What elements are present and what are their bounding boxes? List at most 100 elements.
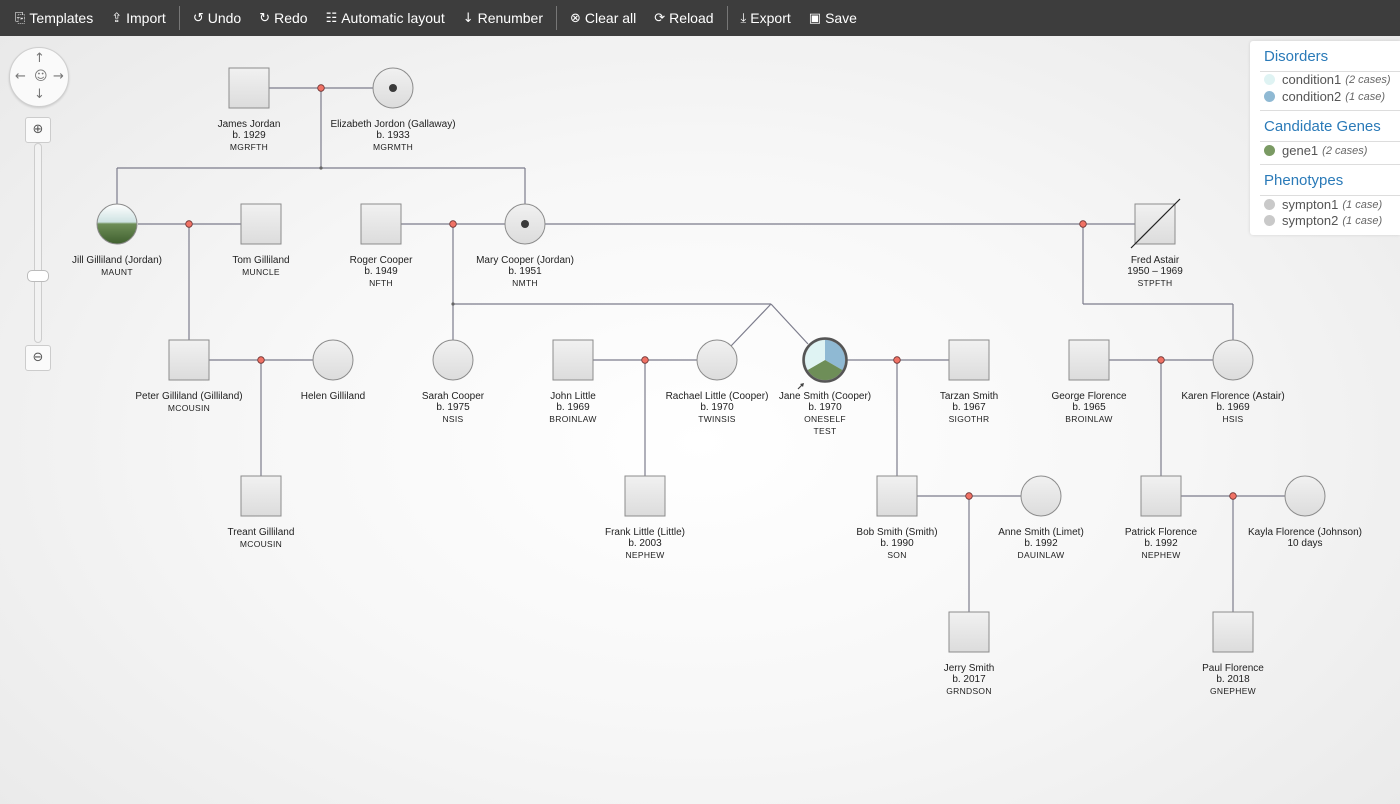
person-name: Tom Gilliland bbox=[232, 255, 289, 266]
person-jane[interactable]: Jane Smith (Cooper)b. 1970ONESELF TEST bbox=[779, 337, 871, 437]
female-symbol[interactable] bbox=[432, 339, 474, 381]
person-roger[interactable]: Roger Cooperb. 1949NFTH bbox=[350, 203, 413, 288]
person-john[interactable]: John Littleb. 1969BROINLAW bbox=[549, 339, 596, 424]
partnership-node[interactable] bbox=[1229, 492, 1237, 500]
person-relationship: MGRFTH bbox=[230, 142, 268, 152]
person-dates: 1950 – 1969 bbox=[1127, 266, 1183, 277]
person-elizabeth[interactable]: Elizabeth Jordon (Gallaway)b. 1933MGRMTH bbox=[330, 67, 456, 152]
male-symbol[interactable] bbox=[240, 203, 282, 245]
person-name: Rachael Little (Cooper) bbox=[666, 391, 769, 402]
partnership-node[interactable] bbox=[185, 220, 193, 228]
person-relationship: MGRMTH bbox=[373, 142, 413, 152]
partnership-node[interactable] bbox=[257, 356, 265, 364]
clear-all-button[interactable]: ⊗ Clear all bbox=[561, 0, 645, 36]
male-symbol[interactable] bbox=[876, 475, 918, 517]
male-symbol[interactable] bbox=[1212, 611, 1254, 653]
person-relationship: NSIS bbox=[442, 414, 463, 424]
male-symbol[interactable] bbox=[228, 67, 270, 109]
person-anne[interactable]: Anne Smith (Limet)b. 1992DAUINLAW bbox=[998, 475, 1084, 560]
person-kayla[interactable]: Kayla Florence (Johnson)10 days bbox=[1248, 475, 1362, 549]
person-rachael[interactable]: Rachael Little (Cooper)b. 1970TWINSIS bbox=[666, 339, 769, 424]
person-helen[interactable]: Helen Gilliland bbox=[301, 339, 365, 402]
partnership-node[interactable] bbox=[449, 220, 457, 228]
male-symbol[interactable] bbox=[624, 475, 666, 517]
person-relationship: NEPHEW bbox=[1141, 550, 1180, 560]
male-symbol[interactable] bbox=[168, 339, 210, 381]
person-george[interactable]: George Florenceb. 1965BROINLAW bbox=[1051, 339, 1127, 424]
person-relationship: SON bbox=[887, 550, 906, 560]
person-relationship: MAUNT bbox=[101, 267, 133, 277]
person-james[interactable]: James Jordanb. 1929MGRFTH bbox=[218, 67, 281, 152]
person-relationship: GRNDSON bbox=[946, 686, 992, 696]
templates-label: Templates bbox=[29, 10, 94, 26]
redo-button[interactable]: ↻ Redo bbox=[250, 0, 316, 36]
male-symbol[interactable] bbox=[552, 339, 594, 381]
sitemap-icon: ☷ bbox=[325, 10, 338, 26]
person-name: Fred Astair bbox=[1131, 255, 1180, 266]
female-symbol[interactable] bbox=[696, 339, 738, 381]
person-relationship: BROINLAW bbox=[549, 414, 596, 424]
female-symbol[interactable] bbox=[1020, 475, 1062, 517]
male-symbol[interactable] bbox=[948, 611, 990, 653]
renumber-button[interactable]: ↓ Renumber bbox=[454, 0, 552, 36]
person-jill[interactable]: Jill Gilliland (Jordan)MAUNT bbox=[72, 203, 162, 277]
export-label: Export bbox=[750, 10, 791, 26]
person-jerry[interactable]: Jerry Smithb. 2017GRNDSON bbox=[944, 611, 995, 696]
partnership-node[interactable] bbox=[893, 356, 901, 364]
person-relationship: ONESELF bbox=[804, 414, 846, 424]
save-label: Save bbox=[825, 10, 857, 26]
undo-icon: ↺ bbox=[192, 10, 204, 26]
reload-label: Reload bbox=[669, 10, 714, 26]
person-tarzan[interactable]: Tarzan Smithb. 1967SIGOTHR bbox=[940, 339, 998, 424]
templates-button[interactable]: ⎘ Templates bbox=[6, 0, 102, 36]
person-relationship: MCOUSIN bbox=[168, 403, 210, 413]
export-button[interactable]: ⤓ Export bbox=[732, 0, 800, 36]
redo-label: Redo bbox=[274, 10, 308, 26]
person-mary[interactable]: Mary Cooper (Jordan)b. 1951NMTH bbox=[476, 203, 574, 288]
male-symbol[interactable] bbox=[948, 339, 990, 381]
male-symbol[interactable] bbox=[240, 475, 282, 517]
female-symbol[interactable] bbox=[1284, 475, 1326, 517]
partnership-node[interactable] bbox=[1079, 220, 1087, 228]
reload-button[interactable]: ⟳ Reload bbox=[645, 0, 722, 36]
person-relationship: NEPHEW bbox=[625, 550, 664, 560]
partnership-node[interactable] bbox=[1157, 356, 1165, 364]
automatic-layout-button[interactable]: ☷ Automatic layout bbox=[317, 0, 454, 36]
person-karen[interactable]: Karen Florence (Astair)b. 1969HSIS bbox=[1181, 339, 1285, 424]
person-treant[interactable]: Treant GillilandMCOUSIN bbox=[228, 475, 295, 549]
person-bob[interactable]: Bob Smith (Smith)b. 1990SON bbox=[856, 475, 938, 560]
person-peter[interactable]: Peter Gilliland (Gilliland)MCOUSIN bbox=[135, 339, 243, 413]
person-patrick[interactable]: Patrick Florenceb. 1992NEPHEW bbox=[1125, 475, 1198, 560]
person-relationship: NMTH bbox=[512, 278, 538, 288]
person-fred[interactable]: Fred Astair1950 – 1969STPFTH bbox=[1127, 198, 1183, 288]
person-sarah[interactable]: Sarah Cooperb. 1975NSIS bbox=[422, 339, 485, 424]
person-relationship: HSIS bbox=[1222, 414, 1243, 424]
undo-button[interactable]: ↺ Undo bbox=[184, 0, 250, 36]
partnership-node[interactable] bbox=[641, 356, 649, 364]
toolbar-divider bbox=[556, 6, 557, 30]
person-frank[interactable]: Frank Little (Little)b. 2003NEPHEW bbox=[605, 475, 685, 560]
pedigree-canvas[interactable]: James Jordanb. 1929MGRFTH Elizabeth Jordo… bbox=[0, 36, 1400, 804]
person-dates: b. 1992 bbox=[1144, 538, 1178, 549]
female-symbol[interactable] bbox=[312, 339, 354, 381]
person-name: Bob Smith (Smith) bbox=[856, 527, 937, 538]
person-relationship: MCOUSIN bbox=[240, 539, 282, 549]
save-button[interactable]: ▣ Save bbox=[800, 0, 866, 36]
male-symbol[interactable] bbox=[1140, 475, 1182, 517]
person-paul[interactable]: Paul Florenceb. 2018GNEPHEW bbox=[1202, 611, 1264, 696]
male-symbol[interactable] bbox=[1068, 339, 1110, 381]
person-name: Mary Cooper (Jordan) bbox=[476, 255, 574, 266]
import-button[interactable]: ⇪ Import bbox=[102, 0, 175, 36]
person-tom[interactable]: Tom GillilandMUNCLE bbox=[232, 203, 290, 277]
person-name: Helen Gilliland bbox=[301, 391, 365, 402]
partnership-node[interactable] bbox=[317, 84, 325, 92]
partnership-node[interactable] bbox=[965, 492, 973, 500]
male-symbol[interactable] bbox=[360, 203, 402, 245]
person-name: Anne Smith (Limet) bbox=[998, 527, 1084, 538]
person-name: Patrick Florence bbox=[1125, 527, 1198, 538]
female-symbol[interactable] bbox=[96, 203, 138, 245]
person-dates: b. 1975 bbox=[436, 402, 470, 413]
female-symbol[interactable] bbox=[1212, 339, 1254, 381]
person-name: Jerry Smith bbox=[944, 663, 995, 674]
toolbar-divider bbox=[178, 6, 180, 30]
